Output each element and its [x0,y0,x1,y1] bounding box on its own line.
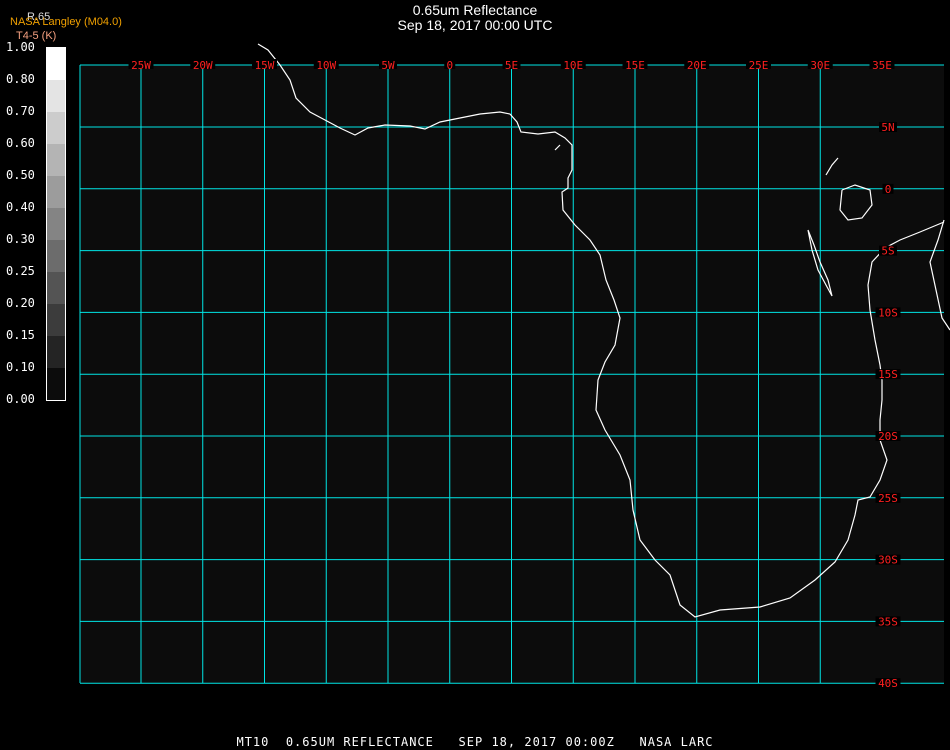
latitude-label: 10S [878,306,898,319]
latitude-label: 25S [878,492,898,505]
latitude-label: 40S [878,677,898,690]
longitude-label: 25E [749,59,769,72]
longitude-label: 5E [505,59,518,72]
longitude-label: 10W [316,59,336,72]
longitude-label: 10E [563,59,583,72]
latitude-label: 0 [885,183,892,196]
longitude-label: 15W [255,59,275,72]
longitude-label: 5W [381,59,395,72]
longitude-label: 15E [625,59,645,72]
longitude-label: 35E [872,59,892,72]
latitude-label: 5N [881,121,894,134]
longitude-label: 25W [131,59,151,72]
latitude-label: 30S [878,554,898,567]
longitude-label: 20E [687,59,707,72]
latitude-label: 15S [878,368,898,381]
latitude-label: 35S [878,615,898,628]
longitude-label: 20W [193,59,213,72]
longitude-label: 30E [810,59,830,72]
latitude-label: 20S [878,430,898,443]
map: 25W 20W 15W 10W 5W 0 5E 10E 15E 20E 25E 30E 35E 5N 0 5S… [79,43,950,690]
latitude-label: 5S [881,245,894,258]
footer-caption: MT10 0.65UM REFLECTANCE SEP 18, 2017 00:… [236,735,714,749]
longitude-label: 0 [446,59,453,72]
